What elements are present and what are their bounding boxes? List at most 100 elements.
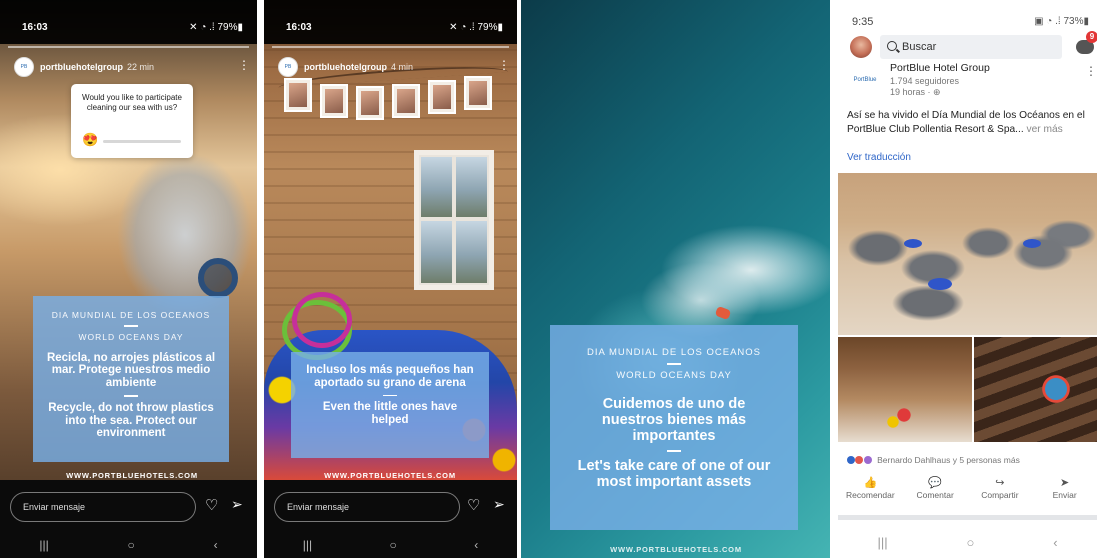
- android-nav-bar: ||| ○ ‹: [838, 535, 1097, 558]
- post-time: 19 horas · ⊕: [890, 87, 941, 97]
- poll-question: Would you like to participate cleaning o…: [82, 93, 182, 112]
- poll-sticker[interactable]: Would you like to participate cleaning o…: [71, 84, 193, 158]
- card-english-text: Recycle, do not throw plastics into the …: [48, 401, 214, 440]
- card-divider: [124, 395, 138, 397]
- story-text-card: DIA MUNDIAL DE LOS OCEANOS WORLD OCEANS …: [33, 296, 229, 462]
- status-battery: ✕ ◔ .⁞ 79%▮: [449, 22, 503, 33]
- post-photo-playroom[interactable]: [838, 337, 972, 442]
- post-photo-ceiling[interactable]: [974, 337, 1097, 442]
- follower-count: 1.794 seguidores: [890, 76, 960, 86]
- status-bar: 16:03 ✕ ◔ .⁞ 79%▮: [264, 0, 517, 44]
- card-line-2: WORLD OCEANS DAY: [616, 369, 732, 381]
- back-icon[interactable]: ‹: [214, 538, 218, 558]
- card-english-text: Even the little ones have helped: [322, 401, 458, 427]
- send-message-input[interactable]: Enviar mensaje: [274, 492, 460, 522]
- story-text-card: DIA MUNDIAL DE LOS OCEANOS WORLD OCEANS …: [550, 325, 798, 530]
- status-battery: ✕ ◔ .⁞ 79%▮: [189, 22, 243, 33]
- recommend-button[interactable]: 👍 Recomendar: [839, 476, 901, 510]
- story-age: 22 min: [127, 62, 155, 72]
- home-icon[interactable]: ○: [128, 538, 135, 558]
- heart-icon[interactable]: ♡: [467, 496, 480, 514]
- hanging-photo: [284, 78, 312, 112]
- card-english-text: Let's take care of one of our most impor…: [577, 457, 771, 490]
- card-line-1: DIA MUNDIAL DE LOS OCEANOS: [51, 310, 211, 320]
- page-logo[interactable]: PortBlue: [848, 66, 882, 92]
- instagram-story-2: 16:03 ✕ ◔ .⁞ 79%▮ PB portbluehotelgroup 4…: [264, 0, 517, 558]
- heart-icon[interactable]: ♡: [205, 496, 218, 514]
- card-spanish-text: Incluso los más pequeños han aportado su…: [306, 364, 474, 389]
- card-divider: [124, 325, 138, 327]
- search-icon: [887, 41, 897, 51]
- emoji-slider-icon[interactable]: 😍: [82, 132, 98, 148]
- bottle-cap-shape: [198, 258, 238, 298]
- story-text-card: Incluso los más pequeños han aportado su…: [291, 352, 489, 458]
- send-icon[interactable]: ➢: [231, 496, 243, 513]
- page-name[interactable]: PortBlue Hotel Group: [890, 62, 990, 74]
- more-options-icon[interactable]: ⋮: [498, 58, 510, 72]
- post-actions: 👍 Recomendar 💬 Comentar ↪ Compartir ➤ En…: [838, 476, 1097, 510]
- hanging-photo: [320, 84, 348, 118]
- see-translation-link[interactable]: Ver traducción: [847, 152, 911, 163]
- card-line-2: WORLD OCEANS DAY: [78, 331, 184, 342]
- profile-avatar[interactable]: PB: [14, 57, 34, 77]
- status-time: 16:03: [286, 22, 312, 33]
- hanging-photo: [464, 76, 492, 110]
- story-progress-bar: [272, 46, 509, 48]
- status-bar: 9:35 ▣ ◔ .⁞ 73%▮: [838, 0, 1097, 30]
- home-icon[interactable]: ○: [390, 538, 397, 558]
- play-hoop: [292, 292, 352, 348]
- recents-icon[interactable]: |||: [39, 538, 48, 558]
- story-username[interactable]: portbluehotelgroup 4 min: [304, 62, 413, 72]
- share-button[interactable]: ↪ Compartir: [969, 476, 1031, 510]
- notification-badge: 9: [1086, 31, 1097, 43]
- recents-icon[interactable]: |||: [877, 535, 887, 558]
- home-icon[interactable]: ○: [966, 535, 974, 558]
- like-reaction-icon: [847, 456, 855, 464]
- user-avatar[interactable]: [850, 36, 872, 58]
- send-message-input[interactable]: Enviar mensaje: [10, 492, 196, 522]
- facebook-post-screen: 9:35 ▣ ◔ .⁞ 73%▮ Buscar 9 PortBlue PortB…: [838, 0, 1097, 558]
- comment-button[interactable]: 💬 Comentar: [904, 476, 966, 510]
- more-options-icon[interactable]: ⋮: [1085, 64, 1097, 78]
- send-button[interactable]: ➤ Enviar: [1034, 476, 1096, 510]
- send-icon: ➤: [1060, 477, 1070, 489]
- story-username[interactable]: portbluehotelgroup 22 min: [40, 62, 154, 72]
- website-url: WWW.PORTBLUEHOTELS.COM: [66, 471, 198, 480]
- hanging-photo: [428, 80, 456, 114]
- search-input[interactable]: Buscar: [880, 35, 1062, 59]
- cabin-window: [414, 150, 494, 290]
- post-caption: Así se ha vivido el Día Mundial de los O…: [847, 110, 1085, 135]
- post-photo-lounge[interactable]: [838, 173, 1097, 335]
- status-time: 9:35: [852, 16, 874, 28]
- card-divider: [667, 450, 681, 452]
- card-spanish-text: Cuidemos de uno de nuestros bienes más i…: [601, 395, 747, 444]
- feed-divider: [838, 515, 1097, 520]
- back-icon[interactable]: ‹: [1053, 535, 1057, 558]
- comment-icon: 💬: [928, 477, 942, 489]
- card-divider: [667, 363, 681, 365]
- status-battery: ▣ ◔ .⁞ 73%▮: [1034, 16, 1089, 27]
- more-options-icon[interactable]: ⋮: [238, 58, 250, 72]
- instagram-story-1: 16:03 ✕ ◔ .⁞ 79%▮ PB portbluehotelgroup 2…: [0, 0, 257, 558]
- reaction-summary[interactable]: Bernardo Dahlhaus y 5 personas más: [847, 455, 1020, 465]
- recents-icon[interactable]: |||: [303, 538, 312, 558]
- status-time: 16:03: [22, 22, 48, 33]
- card-divider: [383, 394, 397, 397]
- android-nav-bar: ||| ○ ‹: [0, 538, 257, 558]
- thumbs-up-icon: 👍: [863, 477, 878, 489]
- card-spanish-text: Recicla, no arrojes plásticos al mar. Pr…: [46, 351, 216, 390]
- back-icon[interactable]: ‹: [474, 538, 478, 558]
- send-icon[interactable]: ➢: [493, 496, 505, 513]
- hanging-photo: [356, 86, 384, 120]
- care-reaction-icon: [863, 456, 872, 464]
- hanging-photo: [392, 84, 420, 118]
- see-more-link[interactable]: ver más: [1027, 124, 1063, 135]
- status-bar: 16:03 ✕ ◔ .⁞ 79%▮: [0, 0, 257, 44]
- website-url: WWW.PORTBLUEHOTELS.COM: [610, 545, 742, 554]
- emoji-slider-track[interactable]: [103, 140, 181, 143]
- share-icon: ↪: [995, 477, 1005, 489]
- website-url: WWW.PORTBLUEHOTELS.COM: [324, 471, 456, 480]
- profile-avatar[interactable]: PB: [278, 57, 298, 77]
- story-age: 4 min: [391, 62, 414, 72]
- instagram-story-3: DIA MUNDIAL DE LOS OCEANOS WORLD OCEANS …: [521, 0, 830, 558]
